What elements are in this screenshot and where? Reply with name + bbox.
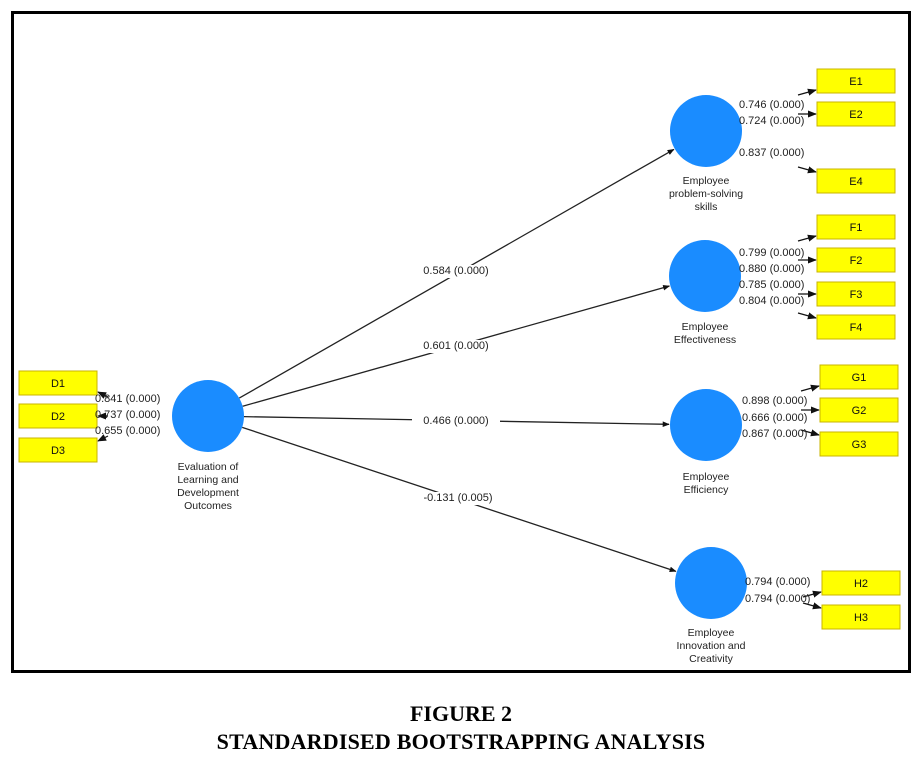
indicator-label-F1: F1 xyxy=(850,222,863,234)
structural-paths xyxy=(238,148,677,573)
construct-label-H: Innovation and xyxy=(677,640,746,652)
construct-label-F: Employee xyxy=(682,321,729,333)
construct-E[interactable] xyxy=(670,95,742,167)
indicator-label-E1: E1 xyxy=(849,76,862,88)
construct-label-E: Employee xyxy=(683,175,730,187)
construct-label-H: Creativity xyxy=(689,653,734,665)
construct-label-E: skills xyxy=(695,201,718,213)
indicator-label-H2: H2 xyxy=(854,578,868,590)
construct-F[interactable] xyxy=(669,240,741,312)
indicator-label-D2: D2 xyxy=(51,411,65,423)
indicator-label-F3: F3 xyxy=(850,289,863,301)
indicator-label-F4: F4 xyxy=(850,322,863,334)
loading-value-E1: 0.746 (0.000) xyxy=(739,99,804,111)
indicator-label-G2: G2 xyxy=(852,405,867,417)
construct-label-D: Outcomes xyxy=(184,500,232,512)
loading-value-F2: 0.880 (0.000) xyxy=(739,263,804,275)
construct-label-D: Learning and xyxy=(177,474,238,486)
loading-value-D2: 0.737 (0.000) xyxy=(95,409,160,421)
loading-value-D1: 0.841 (0.000) xyxy=(95,393,160,405)
loading-arrow-F1 xyxy=(797,234,817,242)
construct-H[interactable] xyxy=(675,547,747,619)
loading-value-E2: 0.724 (0.000) xyxy=(739,115,804,127)
loading-value-D3: 0.655 (0.000) xyxy=(95,425,160,437)
construct-label-G: Efficiency xyxy=(684,484,729,496)
loading-arrow-G1 xyxy=(800,384,820,392)
construct-label-G: Employee xyxy=(683,471,730,483)
loading-value-F1: 0.799 (0.000) xyxy=(739,247,804,259)
loading-value-G1: 0.898 (0.000) xyxy=(742,395,807,407)
figure-title: STANDARDISED BOOTSTRAPPING ANALYSIS xyxy=(216,729,706,754)
indicator-label-E2: E2 xyxy=(849,109,862,121)
loading-value-F3: 0.785 (0.000) xyxy=(739,279,804,291)
loading-value-H3: 0.794 (0.000) xyxy=(745,593,810,605)
path-model-diagram: 0.584 (0.000) 0.601 (0.000) 0.466 (0.000) -… xyxy=(18,68,901,665)
path-coefficient-D-H: -0.131 (0.005) xyxy=(423,492,492,504)
loading-value-E4: 0.837 (0.000) xyxy=(739,147,804,159)
loading-arrow-F4 xyxy=(797,312,817,320)
path-coefficient-D-E: 0.584 (0.000) xyxy=(423,265,488,277)
indicator-label-H3: H3 xyxy=(854,612,868,624)
loading-arrow-E4 xyxy=(797,166,817,174)
construct-D[interactable] xyxy=(172,380,244,452)
indicator-label-D1: D1 xyxy=(51,378,65,390)
path-coefficient-D-G: 0.466 (0.000) xyxy=(423,415,488,427)
construct-label-H: Employee xyxy=(688,627,735,639)
construct-G[interactable] xyxy=(670,389,742,461)
loading-arrow-E1 xyxy=(797,88,817,96)
figure-number: FIGURE 2 xyxy=(409,701,513,726)
construct-label-D: Development xyxy=(177,487,239,499)
figure-caption: FIGURE 2 STANDARDISED BOOTSTRAPPING ANAL… xyxy=(0,700,922,756)
construct-label-D: Evaluation of xyxy=(178,461,239,473)
indicator-label-G1: G1 xyxy=(852,372,867,384)
indicator-label-D3: D3 xyxy=(51,445,65,457)
path-coefficient-D-F: 0.601 (0.000) xyxy=(423,340,488,352)
loading-value-H2: 0.794 (0.000) xyxy=(745,576,810,588)
constructs xyxy=(172,95,747,619)
loading-value-G2: 0.666 (0.000) xyxy=(742,412,807,424)
indicator-label-E4: E4 xyxy=(849,176,862,188)
loading-value-G3: 0.867 (0.000) xyxy=(742,428,807,440)
indicator-label-F2: F2 xyxy=(850,255,863,267)
construct-label-F: Effectiveness xyxy=(674,334,736,346)
construct-label-E: problem-solving xyxy=(669,188,743,200)
labels: 0.584 (0.000) 0.601 (0.000) 0.466 (0.000) -… xyxy=(51,76,868,665)
loading-value-F4: 0.804 (0.000) xyxy=(739,295,804,307)
indicator-label-G3: G3 xyxy=(852,439,867,451)
